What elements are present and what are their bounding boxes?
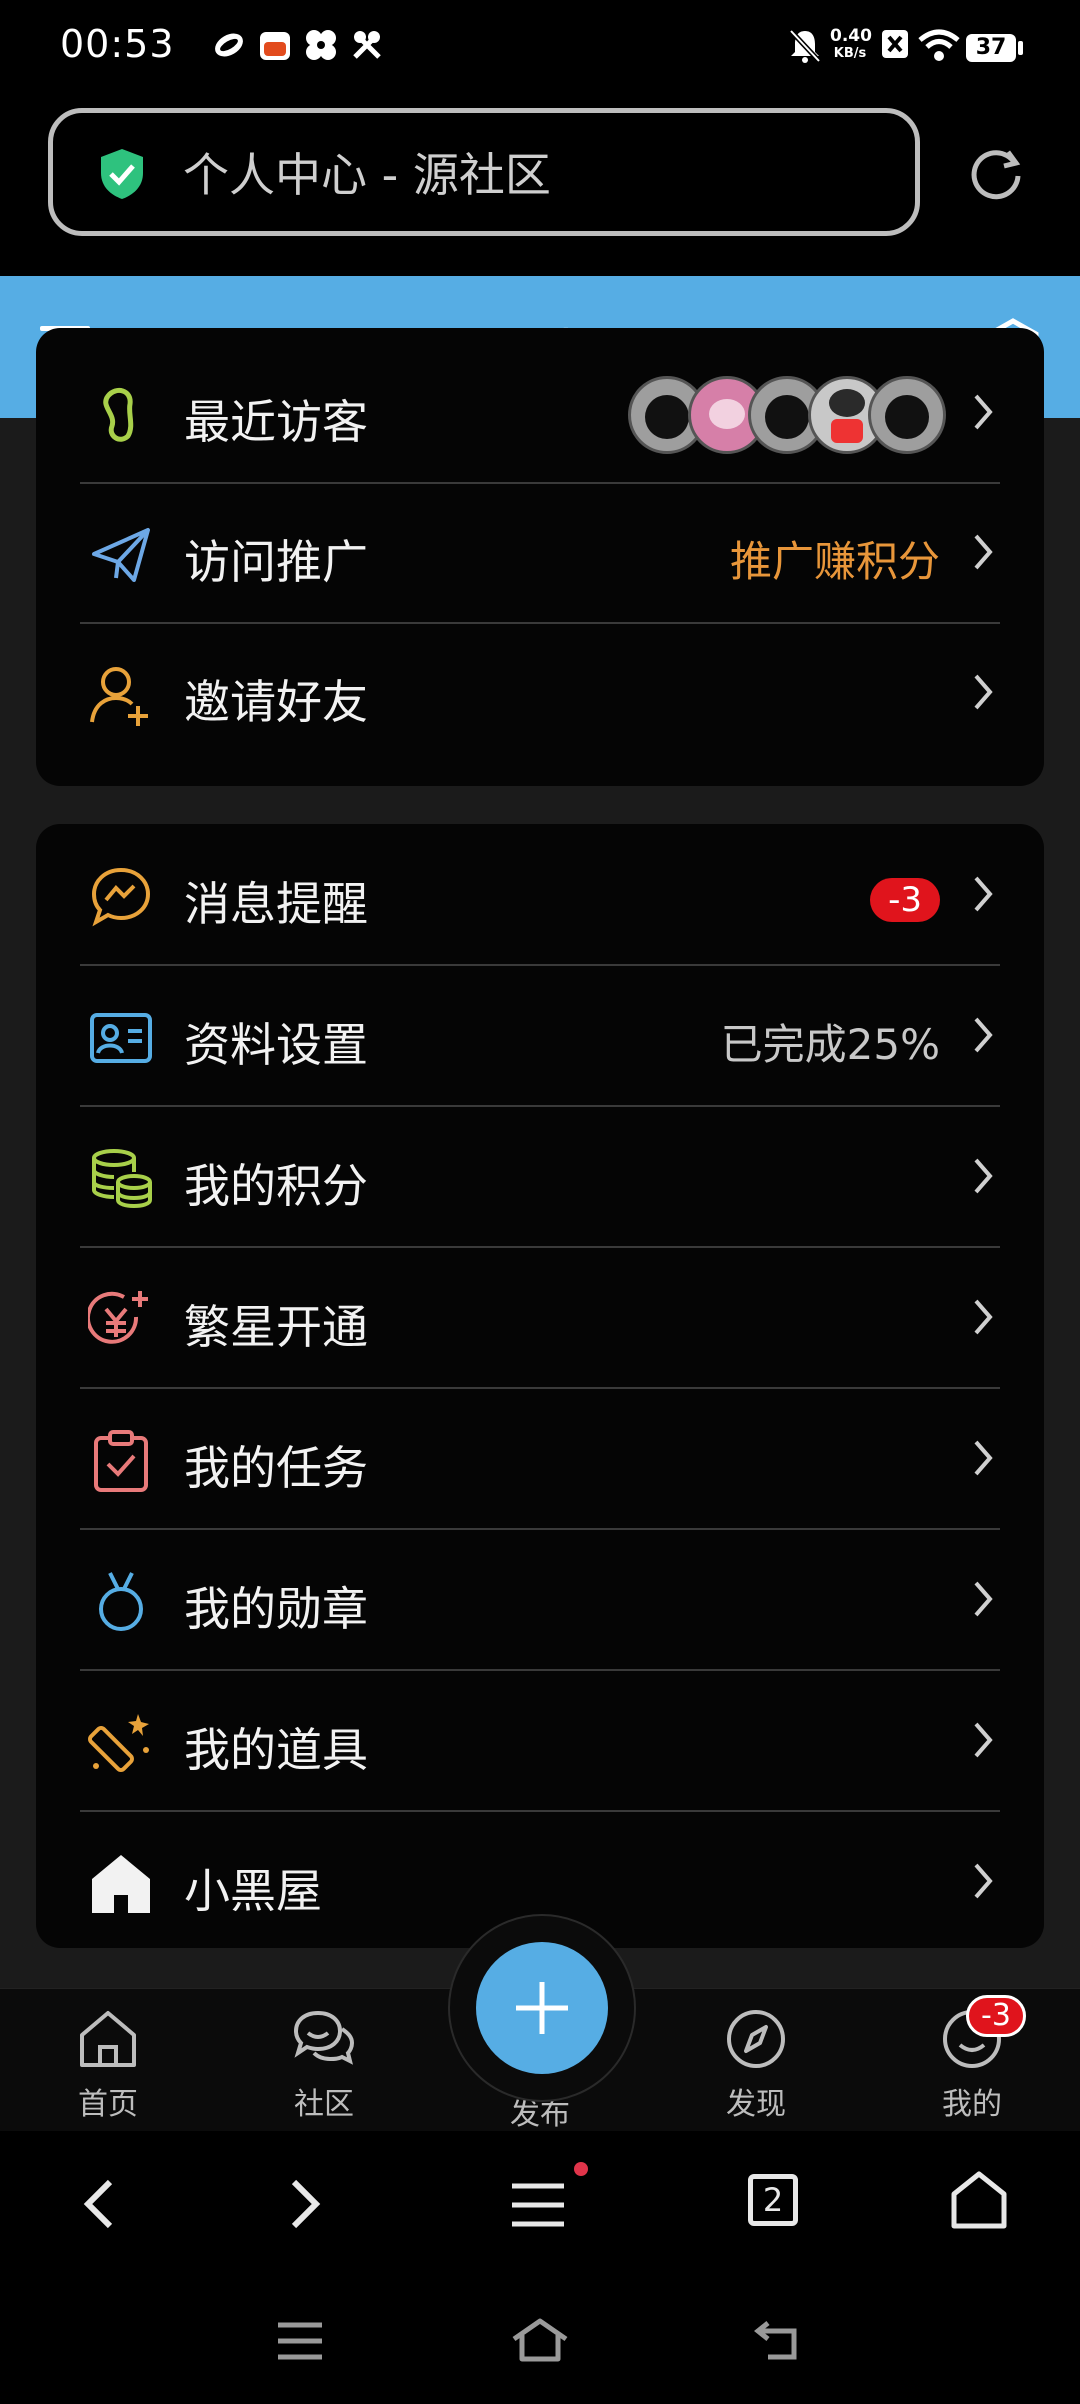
promotion-link[interactable]: 推广赚积分 xyxy=(730,528,940,589)
list-item-invite-friends[interactable]: 邀请好友 xyxy=(36,624,1044,764)
activity-card: 最近访客 访问推广 推广赚积分 邀请好友 xyxy=(36,328,1044,786)
chat-bubbles-icon xyxy=(293,2010,355,2065)
back-nav-icon[interactable] xyxy=(754,2317,804,2363)
chevron-right-icon xyxy=(974,1722,993,1758)
sim-off-icon xyxy=(882,30,908,58)
app-notification-icon xyxy=(215,33,243,57)
plus-icon xyxy=(516,1982,568,2034)
list-item-label: 繁星开通 xyxy=(184,1300,368,1354)
medal-icon xyxy=(99,1572,143,1631)
tab-label: 社区 xyxy=(294,2087,354,2122)
avatar xyxy=(868,376,946,454)
chevron-right-icon xyxy=(974,674,993,710)
list-item-messages[interactable]: 消息提醒 -3 xyxy=(36,826,1044,966)
visitor-avatars[interactable] xyxy=(628,376,946,454)
status-bar: 00:53 0.40 KB/s 37 xyxy=(0,0,1080,100)
list-item-label: 消息提醒 xyxy=(184,877,368,931)
chevron-right-icon xyxy=(974,1017,993,1053)
tab-community[interactable]: 社区 xyxy=(216,1989,432,2131)
tab-switcher[interactable]: 2 xyxy=(748,2174,798,2226)
list-item-label: 我的任务 xyxy=(184,1441,368,1495)
chevron-right-icon xyxy=(974,1581,993,1617)
list-item-star-membership[interactable]: 繁星开通 xyxy=(36,1249,1044,1389)
list-item-profile-settings[interactable]: 资料设置 已完成25% xyxy=(36,967,1044,1107)
yen-plus-icon xyxy=(88,1291,148,1344)
home-nav-icon[interactable] xyxy=(510,2317,570,2363)
chevron-right-icon xyxy=(974,1440,993,1476)
settings-card: 消息提醒 -3 资料设置 已完成25% 我的积分 繁星开通 我的任务 我的勋章 … xyxy=(36,824,1044,1948)
back-icon[interactable] xyxy=(80,2176,120,2232)
browser-menu-icon[interactable] xyxy=(510,2182,566,2228)
status-time: 00:53 xyxy=(60,22,175,66)
list-item-label: 最近访客 xyxy=(184,395,368,449)
list-item-label: 小黑屋 xyxy=(184,1864,322,1918)
network-speed-value: 0.40 xyxy=(830,26,872,46)
paper-plane-icon xyxy=(92,528,150,582)
tools-icon xyxy=(353,31,381,59)
tab-label: 我的 xyxy=(942,2087,1002,2122)
battery-icon: 37 xyxy=(966,34,1016,62)
message-bubble-icon xyxy=(91,867,151,927)
home-icon xyxy=(80,2011,136,2067)
magic-wand-icon xyxy=(88,1714,149,1772)
chevron-right-icon xyxy=(974,394,993,430)
chevron-right-icon xyxy=(974,1158,993,1194)
system-navigation-bar xyxy=(0,2277,1080,2404)
chevron-right-icon xyxy=(974,876,993,912)
publish-button[interactable] xyxy=(476,1942,608,2074)
forward-icon[interactable] xyxy=(284,2176,324,2232)
list-item-label: 邀请好友 xyxy=(184,675,368,729)
mute-bell-icon xyxy=(789,29,821,63)
network-speed: 0.40 KB/s xyxy=(830,26,872,62)
user-add-icon xyxy=(90,667,148,726)
list-item-medals[interactable]: 我的勋章 xyxy=(36,1531,1044,1671)
battery-level: 37 xyxy=(975,35,1007,60)
refresh-icon[interactable] xyxy=(968,146,1024,202)
id-card-icon xyxy=(90,1013,152,1063)
compass-icon xyxy=(727,2010,785,2068)
list-item-recent-visitors[interactable]: 最近访客 xyxy=(36,344,1044,484)
list-item-label: 资料设置 xyxy=(184,1018,368,1072)
profile-progress: 已完成25% xyxy=(720,1020,940,1069)
page-title: 个人中心 - 源社区 xyxy=(183,148,551,202)
app-notification-icon xyxy=(260,32,290,60)
tab-label: 首页 xyxy=(78,2087,138,2122)
tab-home[interactable]: 首页 xyxy=(0,1989,216,2131)
house-icon xyxy=(92,1855,150,1913)
wifi-icon xyxy=(918,29,960,61)
footprint-icon xyxy=(103,387,134,442)
list-item-label: 我的积分 xyxy=(184,1159,368,1213)
tab-label: 发现 xyxy=(726,2087,786,2122)
list-item-tasks[interactable]: 我的任务 xyxy=(36,1390,1044,1530)
list-item-label: 访问推广 xyxy=(184,535,368,589)
list-item-promotion[interactable]: 访问推广 推广赚积分 xyxy=(36,484,1044,624)
list-item-items[interactable]: 我的道具 xyxy=(36,1672,1044,1812)
battery-tip xyxy=(1018,41,1023,55)
chevron-right-icon xyxy=(974,1863,993,1899)
chevron-right-icon xyxy=(974,1299,993,1335)
recent-apps-icon[interactable] xyxy=(276,2321,324,2361)
home-icon[interactable] xyxy=(950,2170,1008,2230)
chevron-right-icon xyxy=(974,534,993,570)
clipboard-check-icon xyxy=(94,1430,148,1492)
page-content: 最近访客 访问推广 推广赚积分 邀请好友 消息提醒 -3 资料设置 已完成25%… xyxy=(0,328,1080,1990)
shield-check-icon xyxy=(101,149,143,199)
list-item-label: 我的道具 xyxy=(184,1723,368,1777)
list-item-points[interactable]: 我的积分 xyxy=(36,1108,1044,1248)
coins-stack-icon xyxy=(92,1149,152,1209)
app-notification-icon xyxy=(306,30,336,60)
me-badge: -3 xyxy=(966,1995,1026,2037)
browser-toolbar: 2 xyxy=(0,2132,1080,2277)
unread-badge: -3 xyxy=(870,878,940,922)
tab-discover[interactable]: 发现 xyxy=(648,1989,864,2131)
address-bar[interactable]: 个人中心 - 源社区 xyxy=(48,108,920,236)
menu-notification-dot xyxy=(574,2162,588,2176)
tab-me[interactable]: -3 我的 xyxy=(864,1989,1080,2131)
list-item-label: 我的勋章 xyxy=(184,1582,368,1636)
network-speed-unit: KB/s xyxy=(833,46,867,61)
